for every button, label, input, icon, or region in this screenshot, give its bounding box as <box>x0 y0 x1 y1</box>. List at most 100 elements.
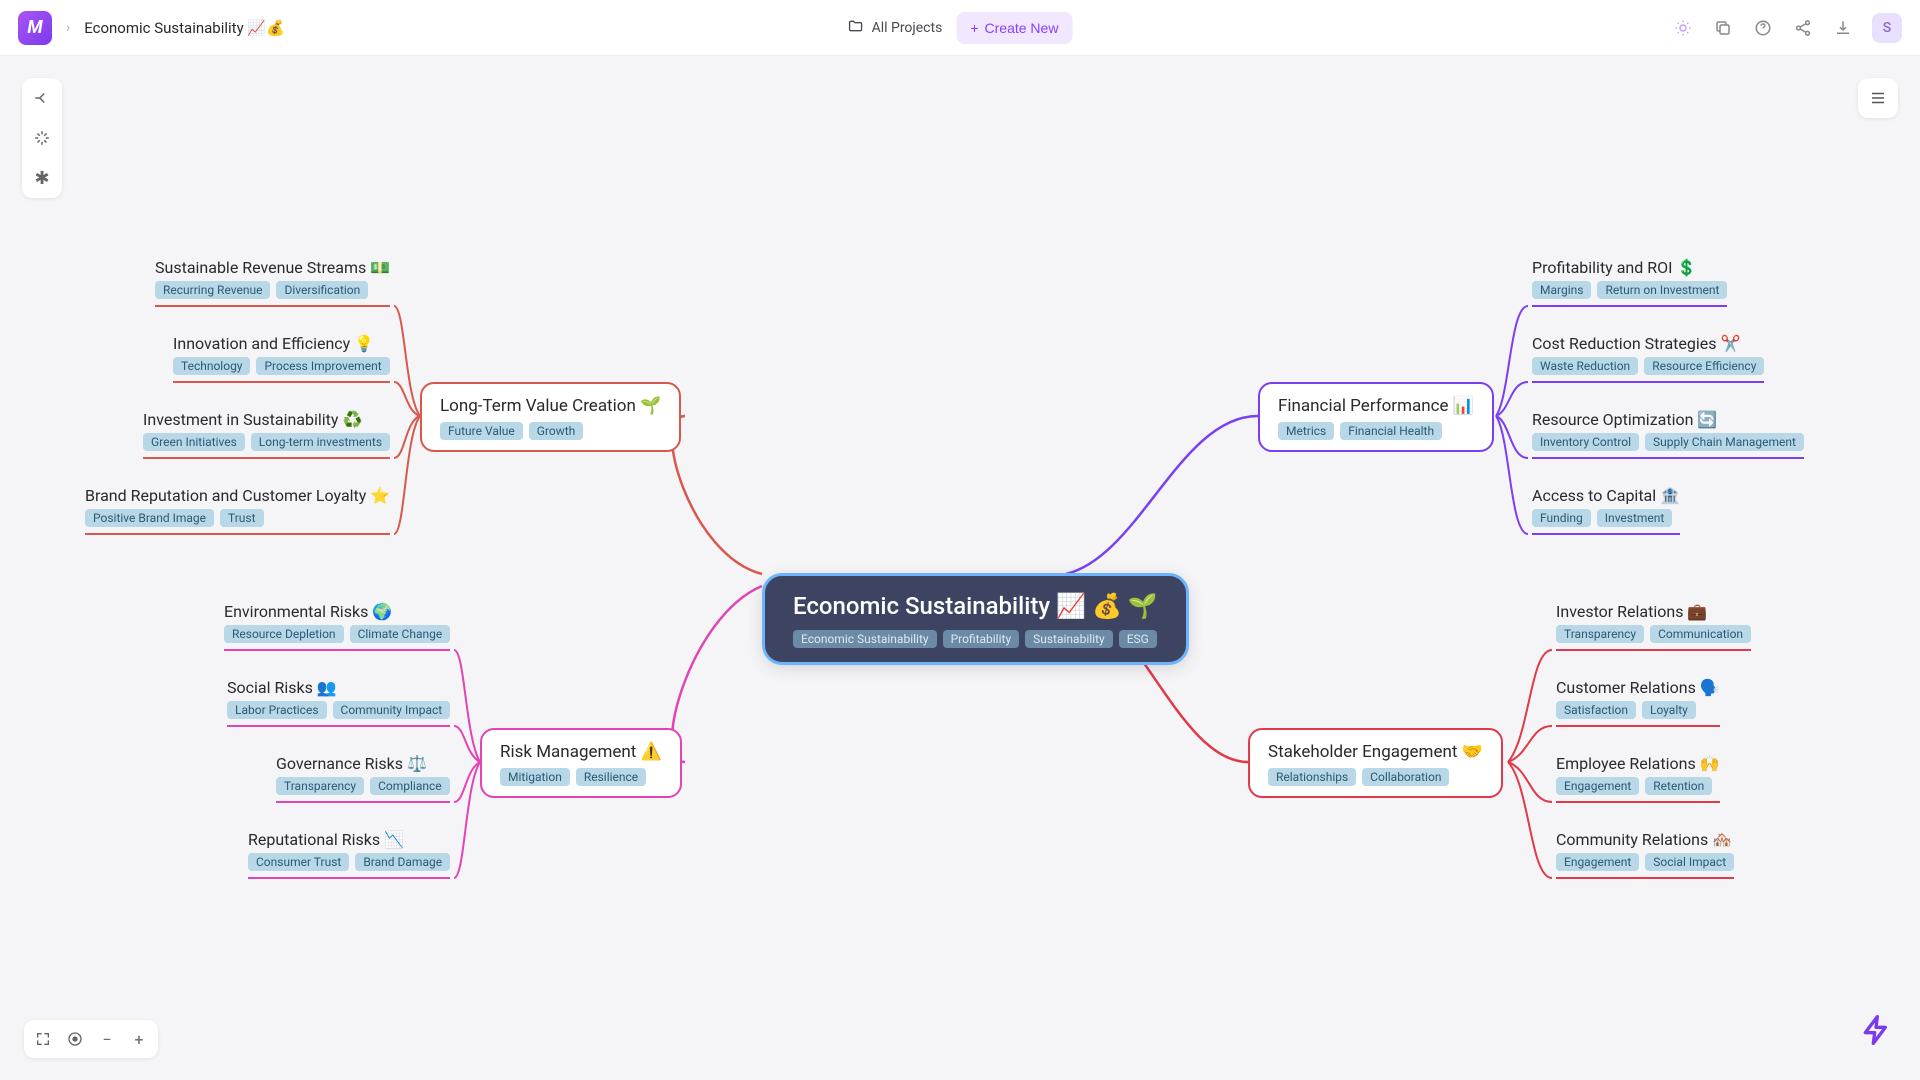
tag: Diversification <box>276 281 368 299</box>
leaf-title: Community Relations 🏘️ <box>1556 830 1734 849</box>
tag: Green Initiatives <box>143 433 245 451</box>
branch-tags: Relationships Collaboration <box>1268 768 1483 786</box>
theme-icon[interactable] <box>1672 17 1694 39</box>
leaf-customer-relations[interactable]: Customer Relations 🗣️SatisfactionLoyalty <box>1556 678 1720 727</box>
leaf-cost-reduction[interactable]: Cost Reduction Strategies ✂️Waste Reduct… <box>1532 334 1764 383</box>
expand-icon[interactable] <box>32 1028 54 1050</box>
tag: Sustainability <box>1025 630 1113 648</box>
branch-long-term-value[interactable]: Long-Term Value Creation 🌱 Future ValueG… <box>420 382 681 452</box>
central-tags: Economic SustainabilityProfitabilitySust… <box>793 630 1158 648</box>
download-icon[interactable] <box>1832 17 1854 39</box>
project-title[interactable]: Economic Sustainability 📈💰 <box>84 19 285 37</box>
tag: Resilience <box>576 768 646 786</box>
leaf-tags: SatisfactionLoyalty <box>1556 701 1720 719</box>
all-projects-label: All Projects <box>872 20 943 36</box>
tag: Economic Sustainability <box>793 630 937 648</box>
zoom-out-icon[interactable]: − <box>96 1028 118 1050</box>
branch-tags: Metrics Financial Health <box>1278 422 1474 440</box>
copy-icon[interactable] <box>1712 17 1734 39</box>
leaf-resource-optimization[interactable]: Resource Optimization 🔄Inventory Control… <box>1532 410 1804 459</box>
tag: Engagement <box>1556 777 1639 795</box>
leaf-access-to-capital[interactable]: Access to Capital 🏦FundingInvestment <box>1532 486 1680 535</box>
leaf-profitability-roi[interactable]: Profitability and ROI 💲 MarginsReturn on … <box>1532 258 1727 307</box>
tag: Brand Damage <box>355 853 450 871</box>
tag: Transparency <box>276 777 364 795</box>
leaf-tags: Transparency Compliance <box>276 777 450 795</box>
branch-risk-management[interactable]: Risk Management ⚠️ MitigationResilience <box>480 728 682 798</box>
avatar[interactable]: S <box>1872 13 1902 43</box>
header: M › Economic Sustainability 📈💰 All Proje… <box>0 0 1920 56</box>
locate-icon[interactable] <box>64 1028 86 1050</box>
leaf-sustainable-revenue[interactable]: Sustainable Revenue Streams 💵Recurring R… <box>155 258 390 307</box>
branch-tags: MitigationResilience <box>500 768 662 786</box>
app-logo[interactable]: M <box>18 11 52 45</box>
leaf-innovation-efficiency[interactable]: Innovation and Efficiency 💡TechnologyPro… <box>173 334 390 383</box>
leaf-investor-relations[interactable]: Investor Relations 💼TransparencyCommunic… <box>1556 602 1751 651</box>
bolt-icon[interactable] <box>1860 1014 1892 1054</box>
tag: Resource Depletion <box>224 625 344 643</box>
leaf-tags: Recurring RevenueDiversification <box>155 281 390 299</box>
create-new-button[interactable]: + Create New <box>956 12 1072 44</box>
leaf-tags: Inventory ControlSupply Chain Management <box>1532 433 1804 451</box>
branch-tags: Future ValueGrowth <box>440 422 661 440</box>
help-icon[interactable] <box>1752 17 1774 39</box>
connector-lines <box>0 56 1920 1080</box>
leaf-title: Governance Risks ⚖️ <box>276 754 450 773</box>
mindmap-canvas[interactable]: Economic Sustainability 📈 💰 🌱 Economic S… <box>0 56 1920 1080</box>
all-projects-link[interactable]: All Projects <box>848 18 943 38</box>
header-center: All Projects + Create New <box>848 12 1073 44</box>
leaf-title: Innovation and Efficiency 💡 <box>173 334 390 353</box>
share-icon[interactable] <box>1792 17 1814 39</box>
leaf-title: Access to Capital 🏦 <box>1532 486 1680 505</box>
tag: Resource Efficiency <box>1644 357 1764 375</box>
leaf-employee-relations[interactable]: Employee Relations 🙌EngagementRetention <box>1556 754 1720 803</box>
tag: Collaboration <box>1362 768 1449 786</box>
tag: Metrics <box>1278 422 1334 440</box>
leaf-reputational-risks[interactable]: Reputational Risks 📉 Consumer Trust Brand … <box>248 830 450 879</box>
leaf-title: Profitability and ROI 💲 <box>1532 258 1727 277</box>
tag: Loyalty <box>1642 701 1696 719</box>
central-node[interactable]: Economic Sustainability 📈 💰 🌱 Economic S… <box>762 573 1189 665</box>
plus-icon: + <box>970 20 978 36</box>
branch-stakeholder-engagement[interactable]: Stakeholder Engagement 🤝 RelationshipsCo… <box>1248 728 1503 798</box>
tag: Financial Health <box>1340 422 1442 440</box>
leaf-tags: Engagement Retention <box>1556 777 1720 795</box>
tag: Relationships <box>1268 768 1356 786</box>
leaf-governance-risks[interactable]: Governance Risks ⚖️ Transparency Complianc… <box>276 754 450 803</box>
leaf-environmental-risks[interactable]: Environmental Risks 🌍 Resource DepletionC… <box>224 602 450 651</box>
leaf-title: Investor Relations 💼 <box>1556 602 1751 621</box>
tag: Consumer Trust <box>248 853 349 871</box>
branch-financial-performance[interactable]: Financial Performance 📊 Metrics Financial… <box>1258 382 1494 452</box>
branch-title: Risk Management ⚠️ <box>500 742 662 762</box>
leaf-tags: Positive Brand Image Trust <box>85 509 390 527</box>
tag: Long-term investments <box>251 433 390 451</box>
leaf-community-relations[interactable]: Community Relations 🏘️ EngagementSocial I… <box>1556 830 1734 879</box>
create-new-label: Create New <box>985 20 1059 36</box>
tag: Engagement <box>1556 853 1639 871</box>
leaf-title: Environmental Risks 🌍 <box>224 602 450 621</box>
tag: Trust <box>220 509 264 527</box>
tag: Labor Practices <box>227 701 327 719</box>
folder-icon <box>848 18 864 38</box>
chevron-right-icon: › <box>66 20 70 36</box>
leaf-brand-reputation[interactable]: Brand Reputation and Customer Loyalty ⭐P… <box>85 486 390 535</box>
tag: Compliance <box>370 777 450 795</box>
tag: Future Value <box>440 422 523 440</box>
branch-title: Financial Performance 📊 <box>1278 396 1474 416</box>
tag: Funding <box>1532 509 1591 527</box>
leaf-title: Reputational Risks 📉 <box>248 830 450 849</box>
zoom-in-icon[interactable]: + <box>128 1028 150 1050</box>
tag: Positive Brand Image <box>85 509 214 527</box>
leaf-tags: MarginsReturn on Investment <box>1532 281 1727 299</box>
tag: Process Improvement <box>256 357 389 375</box>
tag: Waste Reduction <box>1532 357 1638 375</box>
leaf-tags: Resource DepletionClimate Change <box>224 625 450 643</box>
tag: Margins <box>1532 281 1591 299</box>
leaf-tags: Labor PracticesCommunity Impact <box>227 701 450 719</box>
tag: Retention <box>1645 777 1712 795</box>
leaf-social-risks[interactable]: Social Risks 👥Labor PracticesCommunity I… <box>227 678 450 727</box>
leaf-tags: EngagementSocial Impact <box>1556 853 1734 871</box>
tag: Communication <box>1650 625 1751 643</box>
branch-title: Long-Term Value Creation 🌱 <box>440 396 661 416</box>
leaf-investment-sustainability[interactable]: Investment in Sustainability ♻️Green Ini… <box>143 410 390 459</box>
